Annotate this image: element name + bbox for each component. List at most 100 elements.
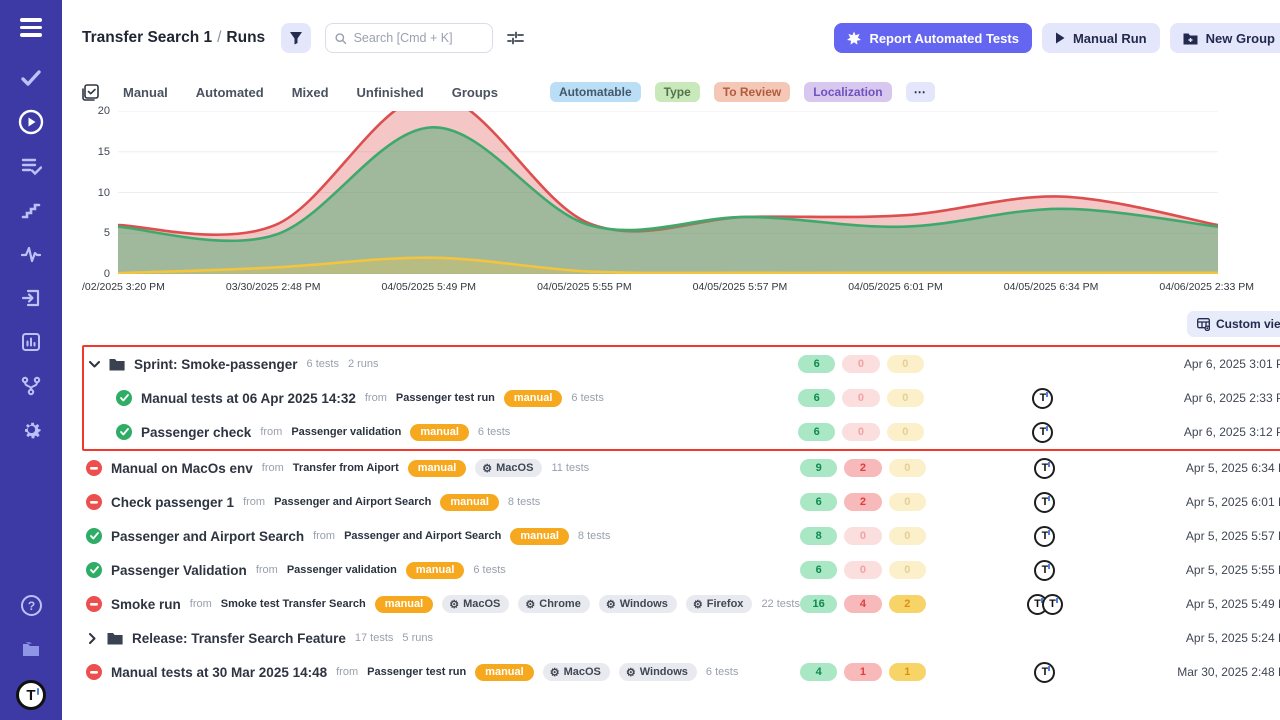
run-title[interactable]: Manual tests at 30 Mar 2025 14:48 bbox=[111, 665, 327, 680]
tests-count: 22 tests bbox=[761, 598, 800, 610]
run-source[interactable]: Passenger and Airport Search bbox=[274, 496, 431, 508]
group-row[interactable]: Sprint: Smoke-passenger6 tests2 runs600A… bbox=[84, 347, 1280, 381]
tag-automatable[interactable]: Automatable bbox=[550, 82, 641, 102]
avatar[interactable]: T bbox=[1034, 662, 1055, 683]
avatar[interactable]: T bbox=[1034, 458, 1055, 479]
run-source[interactable]: Passenger and Airport Search bbox=[344, 530, 501, 542]
env-label: Windows bbox=[620, 598, 668, 610]
run-source[interactable]: Passenger validation bbox=[291, 426, 401, 438]
run-source[interactable]: Smoke test Transfer Search bbox=[221, 598, 366, 610]
settings-icon[interactable] bbox=[18, 417, 44, 443]
run-title[interactable]: Manual on MacOs env bbox=[111, 461, 253, 476]
analytics-icon[interactable] bbox=[18, 329, 44, 355]
header-actions: Report Automated Tests Manual Run New Gr… bbox=[834, 23, 1280, 53]
tag-type[interactable]: Type bbox=[655, 82, 700, 102]
runs-list: Sprint: Smoke-passenger6 tests2 runs600A… bbox=[82, 345, 1280, 689]
run-source[interactable]: Passenger test run bbox=[367, 666, 466, 678]
run-title[interactable]: Smoke run bbox=[111, 597, 181, 612]
run-row[interactable]: Passenger checkfromPassenger validationm… bbox=[84, 415, 1280, 449]
help-icon[interactable]: ? bbox=[18, 592, 44, 618]
run-row[interactable]: Passenger ValidationfromPassenger valida… bbox=[82, 553, 1280, 587]
failed-count-pill: 0 bbox=[842, 389, 879, 407]
run-source[interactable]: Passenger test run bbox=[396, 392, 495, 404]
menu-icon[interactable] bbox=[20, 18, 42, 37]
skipped-count-pill: 0 bbox=[889, 561, 926, 579]
tag-localization[interactable]: Localization bbox=[804, 82, 891, 102]
run-row[interactable]: Check passenger 1fromPassenger and Airpo… bbox=[82, 485, 1280, 519]
breadcrumb-page: Runs bbox=[226, 29, 265, 46]
avatar[interactable]: T bbox=[1032, 388, 1053, 409]
tags-more-button[interactable]: ⋯ bbox=[906, 82, 935, 102]
tab-unfinished[interactable]: Unfinished bbox=[357, 85, 424, 100]
run-date: Apr 5, 2025 5:49 PM bbox=[1164, 597, 1280, 611]
x-tick-label: 04/05/2025 6:34 PM bbox=[1004, 281, 1099, 293]
env-gear-icon: ⚙ bbox=[606, 598, 616, 611]
status-passed-icon bbox=[116, 424, 132, 440]
group-row[interactable]: Release: Transfer Search Feature17 tests… bbox=[82, 621, 1280, 655]
projects-icon[interactable] bbox=[18, 636, 44, 662]
avatar[interactable]: T bbox=[1034, 526, 1055, 547]
avatar[interactable]: T bbox=[1034, 492, 1055, 513]
result-counts: 411 bbox=[800, 663, 926, 681]
view-options-button[interactable] bbox=[507, 30, 524, 46]
run-row[interactable]: Manual tests at 30 Mar 2025 14:48fromPas… bbox=[82, 655, 1280, 689]
run-row[interactable]: Manual on MacOs envfromTransfer from Aip… bbox=[82, 451, 1280, 485]
run-title[interactable]: Manual tests at 06 Apr 2025 14:32 bbox=[141, 391, 356, 406]
skipped-count-pill: 1 bbox=[889, 663, 926, 681]
report-automated-tests-button[interactable]: Report Automated Tests bbox=[834, 23, 1032, 53]
tab-mixed[interactable]: Mixed bbox=[292, 85, 329, 100]
run-date: Apr 6, 2025 2:33 PM bbox=[1162, 391, 1280, 405]
manual-run-label: Manual Run bbox=[1073, 31, 1147, 46]
pulse-icon[interactable] bbox=[18, 241, 44, 267]
tests-icon[interactable] bbox=[18, 65, 44, 91]
run-row[interactable]: Manual tests at 06 Apr 2025 14:32fromPas… bbox=[84, 381, 1280, 415]
page-header: Transfer Search 1/Runs Report Automated … bbox=[82, 22, 1280, 54]
tag-to-review[interactable]: To Review bbox=[714, 82, 790, 102]
avatar[interactable]: T bbox=[1042, 594, 1063, 615]
import-icon[interactable] bbox=[18, 285, 44, 311]
search-input[interactable] bbox=[354, 31, 484, 45]
run-row[interactable]: Smoke runfromSmoke test Transfer Searchm… bbox=[82, 587, 1280, 621]
manual-badge: manual bbox=[406, 562, 465, 579]
branches-icon[interactable] bbox=[18, 373, 44, 399]
breadcrumb: Transfer Search 1/Runs bbox=[82, 29, 265, 47]
skipped-count-pill: 0 bbox=[887, 355, 924, 373]
chevron-right-icon[interactable] bbox=[86, 633, 98, 644]
run-title[interactable]: Passenger and Airport Search bbox=[111, 529, 304, 544]
group-meta: 6 tests bbox=[307, 358, 339, 370]
run-date: Apr 6, 2025 3:12 PM bbox=[1162, 425, 1280, 439]
select-all-icon[interactable] bbox=[82, 84, 99, 101]
run-source[interactable]: Passenger validation bbox=[287, 564, 397, 576]
app-logo[interactable]: T bbox=[16, 680, 46, 710]
manual-run-button[interactable]: Manual Run bbox=[1042, 23, 1160, 53]
runs-icon[interactable] bbox=[18, 109, 44, 135]
milestones-icon[interactable] bbox=[18, 197, 44, 223]
tab-manual[interactable]: Manual bbox=[123, 85, 168, 100]
skipped-count-pill: 0 bbox=[887, 389, 924, 407]
run-row[interactable]: Passenger and Airport SearchfromPassenge… bbox=[82, 519, 1280, 553]
avatar[interactable]: T bbox=[1032, 422, 1053, 443]
breadcrumb-project[interactable]: Transfer Search 1 bbox=[82, 29, 212, 46]
run-title[interactable]: Passenger Validation bbox=[111, 563, 247, 578]
test-plans-icon[interactable] bbox=[18, 153, 44, 179]
manual-badge: manual bbox=[375, 596, 434, 613]
custom-view-button[interactable]: Custom view bbox=[1187, 311, 1280, 337]
chevron-down-icon[interactable] bbox=[88, 361, 100, 368]
filter-button[interactable] bbox=[281, 23, 311, 53]
tab-automated[interactable]: Automated bbox=[196, 85, 264, 100]
row-main: Release: Transfer Search Feature17 tests… bbox=[82, 631, 800, 646]
sidebar-bottom: ? T bbox=[16, 592, 46, 710]
search-box[interactable] bbox=[325, 23, 493, 53]
highlighted-group-box: Sprint: Smoke-passenger6 tests2 runs600A… bbox=[82, 345, 1280, 451]
env-gear-icon: ⚙ bbox=[482, 462, 492, 475]
row-main: Manual on MacOs envfromTransfer from Aip… bbox=[82, 459, 800, 477]
run-title[interactable]: Passenger check bbox=[141, 425, 251, 440]
new-group-button[interactable]: New Group bbox=[1170, 23, 1280, 53]
tab-groups[interactable]: Groups bbox=[452, 85, 498, 100]
y-tick-label: 10 bbox=[82, 187, 110, 199]
run-source[interactable]: Transfer from Aiport bbox=[293, 462, 399, 474]
passed-count-pill: 6 bbox=[800, 561, 837, 579]
avatar[interactable]: T bbox=[1034, 560, 1055, 581]
chart-plot-area[interactable] bbox=[118, 111, 1218, 274]
run-title[interactable]: Check passenger 1 bbox=[111, 495, 234, 510]
